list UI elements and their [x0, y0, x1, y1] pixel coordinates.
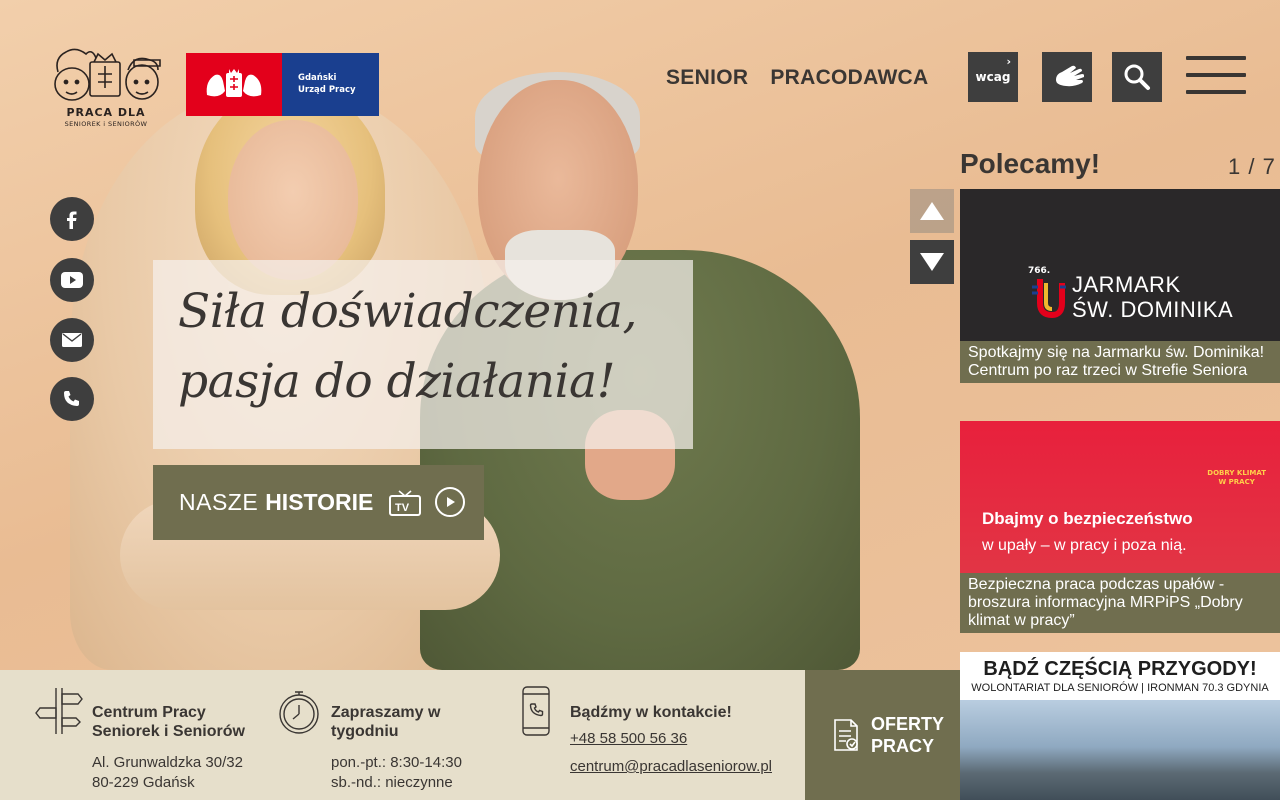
hours-line2: sb.-nd.: nieczynne — [331, 774, 453, 791]
play-icon — [435, 487, 465, 517]
address-line1: Al. Grunwaldzka 30/32 — [92, 754, 243, 771]
card-image: BĄDŹ CZĘŚCIĄ PRZYGODY! WOLONTARIAT DLA S… — [960, 652, 1280, 800]
logo-title: PRACA DLA — [66, 106, 146, 119]
menu-line — [1186, 73, 1246, 77]
tv-icon-label: TV — [395, 502, 410, 514]
headline-line1: Siła doświadczenia, — [178, 284, 637, 339]
triangle-up-icon — [920, 202, 944, 220]
recommended-card[interactable]: DOBRY KLIMAT W PRACY Dbajmy o bezpieczeń… — [960, 421, 1280, 633]
wcag-label: wcag — [975, 70, 1011, 84]
offers-line2: PRACY — [871, 736, 935, 756]
partner-logo-line1: Gdański — [298, 73, 337, 83]
recommended-card[interactable]: 766. JARMARK ŚW. DOMINIKA Spotkajmy się … — [960, 189, 1280, 383]
card-image-number: 766. — [1028, 266, 1051, 276]
card-image-line2: w upały – w pracy i poza nią. — [982, 537, 1187, 554]
our-stories-button[interactable]: NASZE HISTORIE TV — [153, 465, 484, 540]
jarmark-logo-icon — [1032, 279, 1066, 319]
card-image-line1: Dbajmy o bezpieczeństwo — [982, 509, 1193, 528]
email-link[interactable]: centrum@pracadlaseniorow.pl — [570, 753, 800, 781]
search-icon — [1124, 64, 1150, 90]
tv-icon: TV — [389, 490, 421, 516]
headline-line2: pasja do działania! — [178, 354, 615, 409]
address-title: Centrum Pracy Seniorek i Seniorów — [92, 704, 245, 740]
carousel-counter: 1 / 7 — [1228, 154, 1276, 179]
recommended-title: Polecamy! — [960, 148, 1101, 179]
volunteers-photo — [960, 700, 1280, 800]
footer-info-bar: Centrum Pracy Seniorek i Seniorów Al. Gr… — [0, 670, 805, 800]
card-image-line2: ŚW. DOMINIKA — [1072, 297, 1234, 322]
carousel-down-button[interactable] — [910, 240, 954, 284]
hours-line1: pon.-pt.: 8:30-14:30 — [331, 754, 462, 771]
card-image-line1: JARMARK — [1072, 272, 1181, 297]
woman-face — [228, 120, 358, 280]
email-icon[interactable] — [50, 318, 94, 362]
contact-block: Bądźmy w kontakcie! +48 58 500 56 36 cen… — [570, 703, 800, 781]
site-logo[interactable]: PRACA DLA SENIOREK i SENIORÓW — [50, 42, 162, 132]
contact-title: Bądźmy w kontakcie! — [570, 704, 732, 721]
card-image: DOBRY KLIMAT W PRACY Dbajmy o bezpieczeń… — [960, 421, 1280, 573]
menu-line — [1186, 56, 1246, 60]
sign-language-icon — [1056, 65, 1084, 87]
card-caption: Bezpieczna praca podczas upałów - broszu… — [960, 573, 1280, 633]
logo-subtitle: SENIOREK i SENIORÓW — [64, 120, 148, 128]
card-image: 766. JARMARK ŚW. DOMINIKA — [960, 189, 1280, 341]
signpost-icon — [35, 688, 83, 734]
badge-line1: DOBRY KLIMAT — [1207, 469, 1266, 477]
nav-pracodawca[interactable]: PRACODAWCA — [770, 66, 928, 90]
main-nav: SENIOR PRACODAWCA — [666, 66, 929, 90]
phone-icon[interactable] — [50, 377, 94, 421]
stories-prefix: NASZE — [179, 489, 259, 515]
gdansk-crest-icon — [186, 53, 282, 116]
logo-faces-icon — [54, 48, 161, 101]
nav-senior[interactable]: SENIOR — [666, 66, 748, 90]
youtube-icon[interactable] — [50, 258, 94, 302]
menu-line — [1186, 90, 1246, 94]
stories-bold: HISTORIE — [265, 489, 374, 515]
card-caption: Spotkajmy się na Jarmarku św. Dominika! … — [960, 341, 1280, 383]
job-offers-button[interactable]: OFERTY PRACY — [805, 670, 960, 800]
job-offers-label: OFERTY PRACY — [871, 713, 944, 757]
badge-line2: W PRACY — [1218, 478, 1255, 486]
sign-language-button[interactable] — [1042, 52, 1092, 102]
gdansk-labour-office-logo[interactable]: Gdański Urząd Pracy — [186, 53, 379, 116]
facebook-icon[interactable] — [50, 197, 94, 241]
clock-icon — [279, 691, 319, 734]
chevron-right-icon: › — [1006, 55, 1011, 68]
offers-line1: OFERTY — [871, 714, 945, 734]
partner-logo-line2: Urząd Pracy — [298, 85, 356, 95]
phone-link[interactable]: +48 58 500 56 36 — [570, 725, 800, 753]
search-button[interactable] — [1112, 52, 1162, 102]
card-image-line1: BĄDŹ CZĘŚCIĄ PRZYGODY! — [983, 658, 1257, 680]
hero-headline: Siła doświadczenia, pasja do działania! — [178, 277, 698, 417]
triangle-down-icon — [920, 253, 944, 271]
document-icon — [834, 719, 858, 751]
recommended-card[interactable]: BĄDŹ CZĘŚCIĄ PRZYGODY! WOLONTARIAT DLA S… — [960, 652, 1280, 800]
smartphone-icon — [522, 686, 550, 736]
dobry-klimat-badge: DOBRY KLIMAT W PRACY — [1207, 469, 1266, 487]
card-image-line2: WOLONTARIAT DLA SENIORÓW | IRONMAN 70.3 … — [971, 682, 1269, 694]
wcag-button[interactable]: wcag › — [968, 52, 1018, 102]
hours-title: Zapraszamy w tygodniu — [331, 704, 441, 740]
menu-hamburger-icon[interactable] — [1186, 56, 1246, 96]
hours-block: Zapraszamy w tygodniu pon.-pt.: 8:30-14:… — [331, 703, 491, 793]
address-line2: 80-229 Gdańsk — [92, 774, 195, 791]
carousel-up-button[interactable] — [910, 189, 954, 233]
gdansk-labour-office-text: Gdański Urząd Pracy — [282, 53, 379, 116]
address-block: Centrum Pracy Seniorek i Seniorów Al. Gr… — [92, 703, 267, 793]
